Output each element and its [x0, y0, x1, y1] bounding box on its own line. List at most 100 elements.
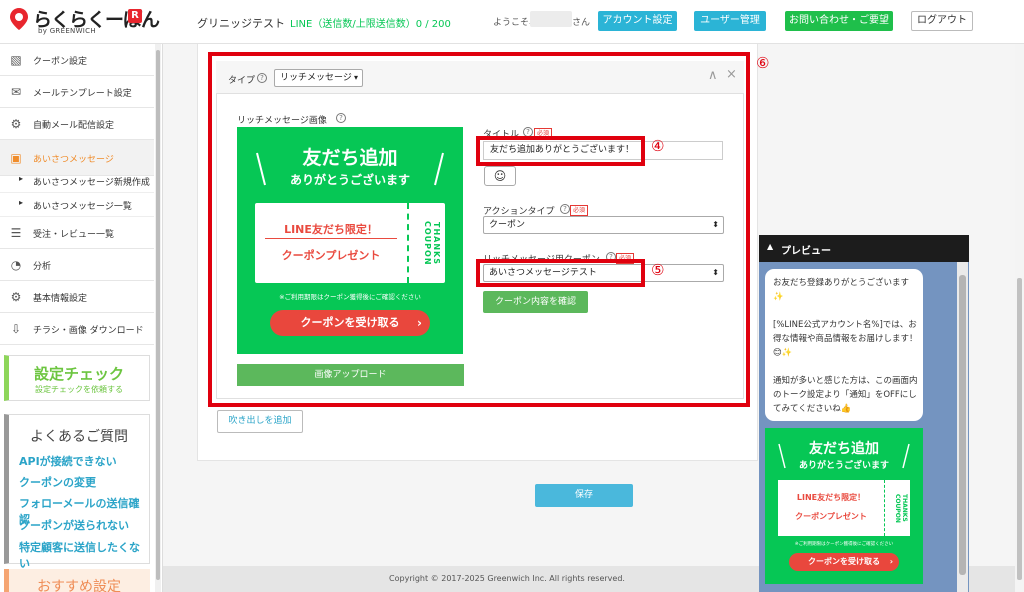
sidebar-item-label: あいさつメッセージ [33, 155, 114, 165]
mail-icon: ✉ [10, 85, 22, 99]
sidebar-item-label: メールテンプレート設定 [33, 89, 132, 99]
preview-ticket: LINE友だち限定！ クーポンプレゼント THANKS COUPON [778, 480, 910, 536]
title-input[interactable]: 友だち追加ありがとうございます！ [483, 141, 723, 160]
sidebar-subitem-label: あいさつメッセージ一覧 [33, 202, 132, 212]
account-settings-button[interactable]: アカウント設定 [598, 11, 677, 31]
store-name: グリニッジテスト [197, 17, 285, 30]
select-updown-icon: ⬍ [712, 268, 719, 277]
preview-ticket-subtitle: クーポンプレゼント [795, 512, 867, 521]
check-coupon-button[interactable]: クーポン内容を確認 [483, 291, 588, 313]
type-select-value: リッチメッセージ [280, 73, 352, 83]
message-block-header: タイプ ? リッチメッセージ ▾ ∧ × [216, 61, 744, 94]
type-select[interactable]: リッチメッセージ ▾ [274, 69, 363, 87]
faq-link[interactable]: APIが接続できない [19, 453, 117, 469]
sidebar-scrollbar-thumb[interactable] [156, 50, 160, 580]
collapse-icon[interactable]: ∧ [708, 68, 718, 83]
sidebar-item-label: 分析 [33, 262, 52, 272]
caret-up-icon: ▲ [767, 242, 774, 251]
rich-message-image: 友だち追加 ありがとうございます LINE友だち限定！ クーポンプレゼント TH… [237, 127, 463, 354]
marker-6: ⑥ [756, 54, 770, 72]
add-bubble-button[interactable]: 吹き出しを追加 [217, 410, 303, 433]
caret-right-icon: ▸ [19, 174, 24, 183]
sidebar-item-basic-info[interactable]: ⚙ 基本情報設定 [0, 281, 154, 313]
copyright-text: Copyright © 2017-2025 Greenwich Inc. All… [389, 574, 625, 583]
page-scrollbar-thumb[interactable] [1017, 278, 1022, 580]
image-upload-button[interactable]: 画像アップロード [237, 364, 464, 386]
save-button[interactable]: 保存 [535, 484, 633, 507]
help-icon[interactable]: ? [257, 73, 267, 83]
sidebar-item-orders-reviews[interactable]: ☰ 受注・レビュー一覧 [0, 217, 154, 249]
settings-check-card[interactable]: 設定チェック 設定チェックを依頼する [4, 355, 150, 401]
top-header: らくらくーぽん R by GREENWICH グリニッジテスト LINE（送信数… [0, 0, 1024, 44]
settings-check-title: 設定チェック [33, 365, 124, 383]
percent-icon: ▧ [10, 53, 22, 67]
emoji-button[interactable]: ☺ [484, 166, 516, 186]
title-label: タイトル [483, 130, 520, 140]
close-icon[interactable]: × [726, 67, 737, 82]
preview-message-text: お友だち登録ありがとうございます✨ [%LINE公式アカウント名%]では、お得な… [773, 278, 918, 414]
select-arrow-icon: ▾ [353, 73, 358, 82]
coupon-select[interactable]: あいさつメッセージテスト ⬍ [483, 264, 724, 282]
faq-link[interactable]: クーポンが送られない [19, 517, 129, 533]
required-badge: 必須 [570, 205, 589, 216]
logo-byline: by GREENWICH [38, 27, 96, 35]
rich-cta-label: クーポンを受け取る [300, 316, 400, 329]
preview-cta-button: クーポンを受け取る › [789, 553, 899, 571]
help-icon[interactable]: ? [523, 127, 533, 137]
ticket-stub: THANKS COUPON [423, 220, 441, 266]
sidebar-item-flyer-download[interactable]: ⇩ チラシ・画像 ダウンロード [0, 313, 154, 345]
preview-ticket-perforation [884, 480, 885, 536]
greeting-icon: ▣ [10, 151, 22, 165]
ticket-subtitle: クーポンプレゼント [281, 249, 381, 262]
marker-5: ⑤ [651, 261, 665, 279]
marker-4: ④ [651, 137, 665, 155]
settings-check-subtitle: 設定チェックを依頼する [35, 385, 123, 394]
preview-scrollbar-thumb[interactable] [959, 275, 966, 575]
download-icon: ⇩ [10, 322, 22, 336]
sidebar-item-analytics[interactable]: ◔ 分析 [0, 249, 154, 281]
emoji-icon: ☺ [493, 169, 507, 183]
required-badge: 必須 [534, 128, 553, 139]
user-management-button[interactable]: ユーザー管理 [694, 11, 766, 31]
sidebar-subitem-new-greeting[interactable]: ▸ あいさつメッセージ新規作成 [0, 169, 154, 193]
list-icon: ☰ [10, 226, 22, 240]
contact-button[interactable]: お問い合わせ・ご要望 [785, 11, 893, 31]
preview-cta-label: クーポンを受け取る [808, 557, 880, 566]
caret-right-icon: ▸ [19, 198, 24, 207]
sidebar-item-label: 受注・レビュー一覧 [33, 230, 115, 240]
help-icon[interactable]: ? [606, 252, 616, 262]
user-name-redacted [530, 11, 572, 27]
sidebar-item-mail-template[interactable]: ✉ メールテンプレート設定 [0, 76, 154, 108]
sidebar-item-coupon-settings[interactable]: ▧ クーポン設定 [0, 44, 154, 76]
rich-notice: ※ご利用期限はクーポン獲得後にご確認ください [279, 293, 421, 301]
chevron-right-icon: › [417, 316, 422, 330]
faq-card: よくあるご質問 APIが接続できない クーポンの変更 フォローメールの送信確認 … [4, 414, 150, 570]
ticket-perforation [407, 203, 409, 283]
logo-badge: R [128, 9, 142, 23]
sidebar-item-auto-mail[interactable]: ⚙ 自動メール配信設定 [0, 108, 154, 140]
faq-title: よくあるご質問 [30, 429, 128, 445]
preview-header[interactable]: ▲ プレビュー [759, 235, 969, 262]
help-icon[interactable]: ? [336, 113, 346, 123]
sidebar-item-label: クーポン設定 [33, 57, 88, 67]
rich-image-label: リッチメッセージ画像 [237, 116, 327, 126]
action-type-select[interactable]: クーポン ⬍ [483, 216, 724, 234]
gears-icon: ⚙ [10, 117, 22, 131]
sidebar-subitem-label: あいさつメッセージ新規作成 [33, 178, 150, 188]
faq-link[interactable]: 特定顧客に送信したくない [19, 539, 149, 571]
logout-button[interactable]: ログアウト [911, 11, 973, 31]
sidebar-item-label: チラシ・画像 ダウンロード [33, 326, 144, 336]
help-icon[interactable]: ? [560, 204, 570, 214]
pie-chart-icon: ◔ [10, 258, 22, 272]
welcome-suffix: さん [572, 18, 591, 28]
type-label: タイプ [228, 76, 256, 86]
faq-link[interactable]: クーポンの変更 [19, 474, 96, 490]
preview-rich-image: 友だち追加 ありがとうございます LINE友だち限定！ クーポンプレゼント TH… [765, 428, 923, 584]
action-type-value: クーポン [489, 220, 526, 230]
sidebar-subitem-greeting-list[interactable]: ▸ あいさつメッセージ一覧 [0, 193, 154, 217]
chevron-right-icon: › [889, 557, 893, 566]
line-quota-status: LINE（送信数/上限送信数）0 / 200 [290, 19, 451, 30]
recommended-settings-card[interactable]: おすすめ設定 [4, 569, 150, 592]
select-updown-icon: ⬍ [712, 220, 719, 229]
logo-pin-icon [10, 8, 28, 30]
